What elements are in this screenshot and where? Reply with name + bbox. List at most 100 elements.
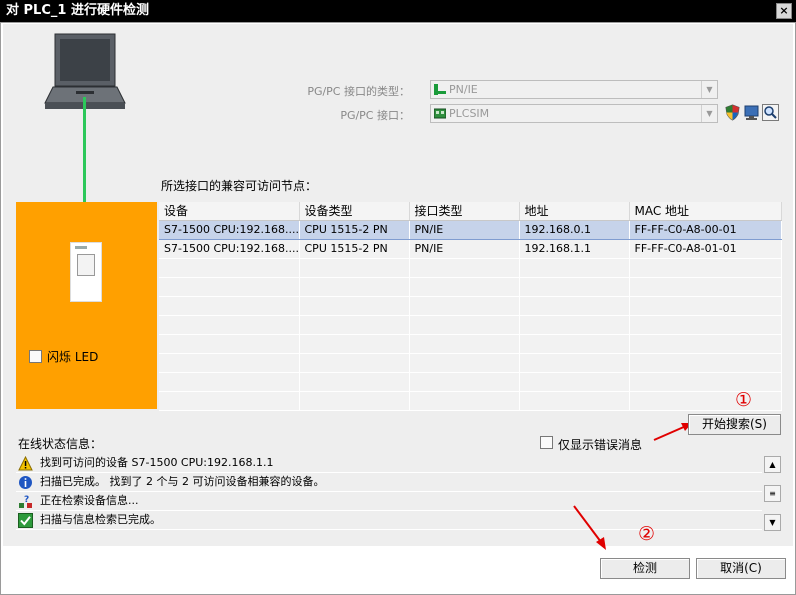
table-cell [629, 353, 782, 373]
scroll-up-icon[interactable]: ▲ [764, 456, 781, 473]
table-cell [159, 277, 300, 297]
security-shield-icon[interactable] [724, 104, 741, 121]
table-cell [159, 334, 300, 354]
table-cell [159, 391, 300, 411]
message-text: 正在检索设备信息... [40, 494, 139, 507]
table-cell [629, 315, 782, 335]
table-cell: S7-1500 CPU:192.168.... [159, 219, 300, 240]
table-cell [519, 296, 630, 316]
table-cell: FF-FF-C0-A8-01-01 [629, 239, 782, 259]
column-header[interactable]: 接口类型 [409, 202, 520, 221]
table-row[interactable] [159, 353, 782, 373]
interface-type-select[interactable]: PN/IE ▼ [430, 80, 718, 99]
table-cell: S7-1500 CPU:192.168.... [159, 239, 300, 259]
chevron-down-icon[interactable]: ▼ [701, 105, 717, 122]
scrollbar-thumb[interactable]: ≡ [764, 485, 781, 502]
interface-label: PG/PC 接口： [340, 109, 410, 122]
table-row[interactable] [159, 334, 782, 354]
table-cell [409, 315, 520, 335]
table-row[interactable] [159, 277, 782, 297]
status-message-list: 找到可访问的设备 S7-1500 CPU:192.168.1.1 扫描已完成。 … [16, 454, 762, 532]
table-row[interactable]: S7-1500 CPU:192.168.... CPU 1515-2 PN PN… [159, 239, 782, 259]
table-cell [299, 315, 410, 335]
table-cell [159, 372, 300, 392]
table-row[interactable] [159, 258, 782, 278]
check-icon [18, 513, 33, 528]
chevron-down-icon[interactable]: ▼ [701, 81, 717, 98]
message-text: 扫描已完成。 找到了 2 个与 2 可访问设备相兼容的设备。 [40, 475, 325, 488]
table-cell [629, 277, 782, 297]
table-cell [159, 296, 300, 316]
online-status-label: 在线状态信息： [18, 437, 103, 451]
table-cell [629, 334, 782, 354]
table-cell: CPU 1515-2 PN [299, 219, 410, 240]
only-errors-label: 仅显示错误消息 [558, 438, 643, 452]
window-titlebar: 对 PLC_1 进行硬件检测 × [0, 0, 796, 22]
table-cell: 192.168.0.1 [519, 219, 630, 240]
only-errors-checkbox[interactable] [540, 436, 553, 449]
column-header[interactable]: 设备类型 [299, 202, 410, 221]
device-panel [16, 202, 157, 409]
table-cell [519, 391, 630, 411]
table-cell [409, 334, 520, 354]
nodes-table: 设备 设备类型 接口类型 地址 MAC 地址 S7-1500 CPU:192.1… [159, 202, 782, 411]
table-cell [299, 334, 410, 354]
list-item: ? 正在检索设备信息... [16, 492, 762, 511]
table-header-row: 设备 设备类型 接口类型 地址 MAC 地址 [159, 202, 782, 221]
table-row[interactable] [159, 391, 782, 411]
detect-button[interactable]: 检测 [600, 558, 690, 579]
column-header[interactable]: 设备 [159, 202, 300, 221]
table-cell: PN/IE [409, 239, 520, 259]
table-cell [299, 391, 410, 411]
message-text: 找到可访问的设备 S7-1500 CPU:192.168.1.1 [40, 456, 274, 469]
network-card-icon [434, 108, 446, 119]
table-cell [519, 372, 630, 392]
table-row[interactable] [159, 315, 782, 335]
interface-select[interactable]: PLCSIM ▼ [430, 104, 718, 123]
scroll-down-icon[interactable]: ▼ [764, 514, 781, 531]
nodes-label: 所选接口的兼容可访问节点： [161, 179, 318, 193]
table-cell: PN/IE [409, 219, 520, 240]
flash-led-label: 闪烁 LED [47, 350, 99, 364]
annotation-arrow-2 [573, 505, 606, 550]
interface-type-value: PN/IE [449, 83, 478, 96]
table-row[interactable] [159, 372, 782, 392]
table-cell [629, 296, 782, 316]
flash-led-checkbox[interactable] [29, 350, 42, 363]
table-cell [159, 258, 300, 278]
table-cell [519, 315, 630, 335]
interface-type-label: PG/PC 接口的类型： [307, 85, 410, 98]
info-icon [19, 476, 32, 489]
retrieving-icon: ? [19, 495, 32, 508]
table-cell [629, 372, 782, 392]
table-cell [409, 372, 520, 392]
table-cell [409, 258, 520, 278]
monitor-icon[interactable] [743, 104, 760, 121]
column-header[interactable]: 地址 [519, 202, 630, 221]
table-cell [159, 315, 300, 335]
start-search-button[interactable]: 开始搜索(S) [688, 414, 781, 435]
table-cell [299, 353, 410, 373]
table-row[interactable] [159, 296, 782, 316]
list-item: 找到可访问的设备 S7-1500 CPU:192.168.1.1 [16, 454, 762, 473]
zoom-icon[interactable] [762, 104, 779, 121]
table-cell [519, 353, 630, 373]
close-icon[interactable]: × [776, 3, 792, 19]
table-cell [299, 258, 410, 278]
column-header[interactable]: MAC 地址 [629, 202, 782, 221]
annotation-marker-1: ① [735, 389, 753, 411]
svg-text:?: ? [24, 495, 29, 505]
table-cell [409, 391, 520, 411]
network-icon [434, 84, 446, 95]
window-title: 对 PLC_1 进行硬件检测 [6, 3, 149, 18]
table-cell [299, 372, 410, 392]
cancel-button[interactable]: 取消(C) [696, 558, 786, 579]
table-cell [629, 258, 782, 278]
table-cell: 192.168.1.1 [519, 239, 630, 259]
interface-value: PLCSIM [449, 107, 490, 120]
table-cell [519, 334, 630, 354]
table-cell [519, 258, 630, 278]
table-row[interactable]: S7-1500 CPU:192.168.... CPU 1515-2 PN PN… [159, 219, 782, 240]
table-cell [409, 277, 520, 297]
warning-icon [18, 456, 33, 471]
